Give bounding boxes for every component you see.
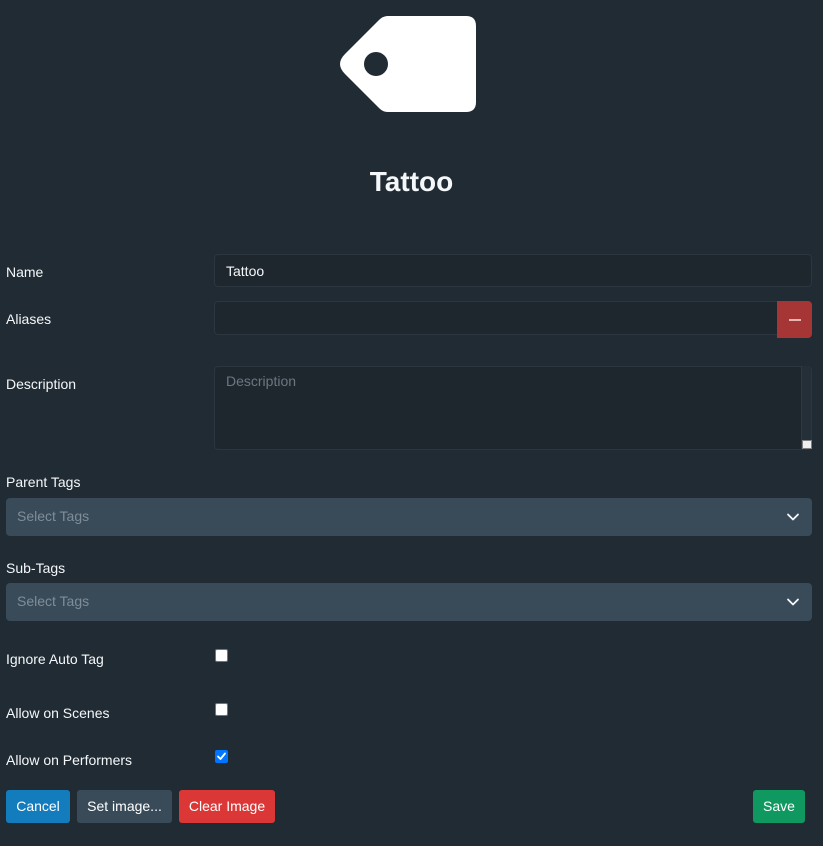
save-button[interactable]: Save xyxy=(753,790,805,823)
checkmark-icon xyxy=(217,752,226,760)
aliases-label: Aliases xyxy=(6,311,52,327)
name-field[interactable] xyxy=(214,254,812,287)
cancel-button[interactable]: Cancel xyxy=(6,790,70,823)
remove-alias-button[interactable] xyxy=(777,301,812,338)
allow-on-performers-label: Allow on Performers xyxy=(6,752,133,768)
set-image-button[interactable]: Set image... xyxy=(77,790,172,823)
allow-on-scenes-checkbox[interactable] xyxy=(215,703,228,716)
chevron-down-icon xyxy=(787,598,799,606)
parent-tags-placeholder: Select Tags xyxy=(17,508,90,524)
sub-tags-select[interactable]: Select Tags xyxy=(6,583,812,621)
tag-image xyxy=(340,15,478,113)
allow-on-performers-checkbox[interactable] xyxy=(215,750,228,763)
resize-grip-icon xyxy=(802,440,812,449)
page-title: Tattoo xyxy=(369,166,454,197)
chevron-down-icon xyxy=(787,513,799,521)
ignore-auto-tag-checkbox[interactable] xyxy=(215,649,228,662)
textarea-resize-handle[interactable] xyxy=(801,366,812,449)
minus-icon xyxy=(788,318,801,321)
name-label: Name xyxy=(6,264,44,280)
description-label: Description xyxy=(6,376,77,392)
description-field[interactable] xyxy=(214,366,812,450)
ignore-auto-tag-label: Ignore Auto Tag xyxy=(6,651,104,667)
allow-on-scenes-label: Allow on Scenes xyxy=(6,705,110,721)
parent-tags-select[interactable]: Select Tags xyxy=(6,498,812,536)
clear-image-button[interactable]: Clear Image xyxy=(179,790,275,823)
sub-tags-label: Sub-Tags xyxy=(6,560,66,576)
sub-tags-placeholder: Select Tags xyxy=(17,593,90,609)
parent-tags-label: Parent Tags xyxy=(6,474,81,490)
tag-icon xyxy=(340,16,476,112)
aliases-field[interactable] xyxy=(214,301,778,335)
